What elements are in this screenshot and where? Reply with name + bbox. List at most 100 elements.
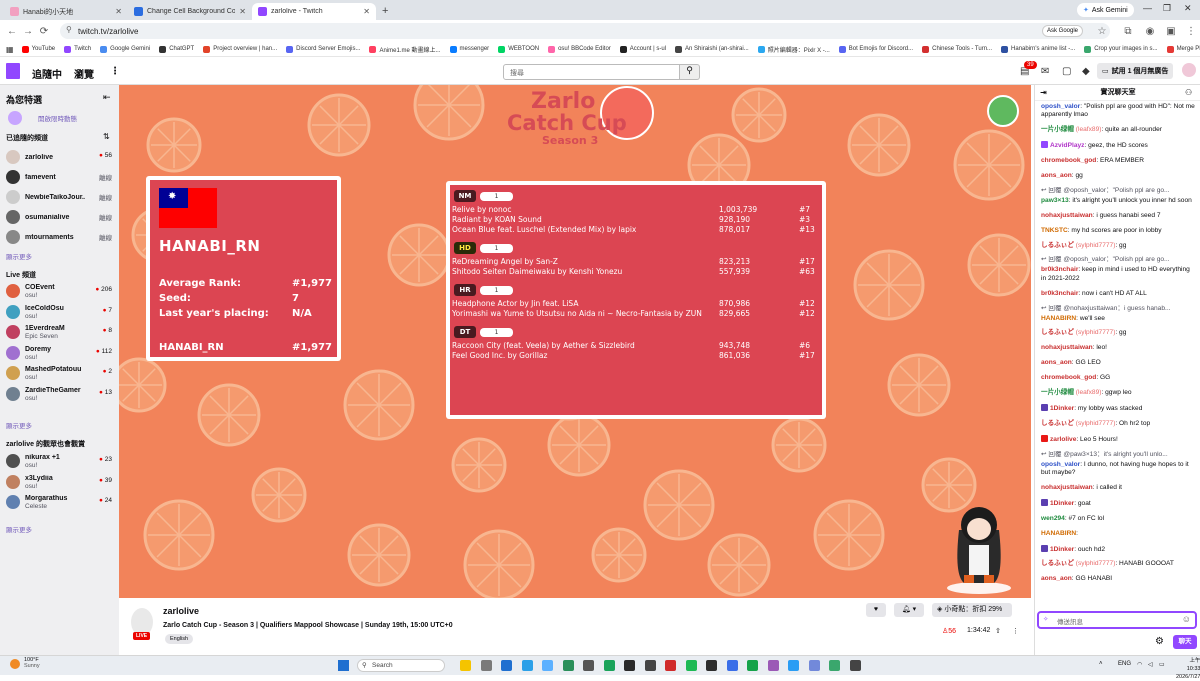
chat-username[interactable]: HANABIRN <box>1041 315 1076 322</box>
ask-gemini-button[interactable]: ✦ Ask Gemini <box>1077 3 1134 17</box>
taskbar-app-icon[interactable] <box>480 660 492 671</box>
search-icon[interactable]: ⚲ <box>680 64 700 80</box>
chat-username[interactable]: 一片小绿帽 <box>1041 389 1074 396</box>
browse-link[interactable]: 瀏覽 <box>74 66 94 81</box>
collapse-sidebar-icon[interactable]: ⇤ <box>103 92 111 103</box>
taskbar-app-icon[interactable] <box>603 660 615 671</box>
sidebar-channel-item[interactable]: nikurax +1 osu! ● 23 <box>6 452 116 470</box>
battery-icon[interactable]: ▭ <box>1159 661 1165 668</box>
tray-arrow-icon[interactable]: ˄ <box>1099 661 1103 667</box>
bookmark-item[interactable]: Bot Emojis for Discord... <box>838 45 913 53</box>
emote-picker-icon[interactable]: ☺ <box>1182 614 1191 624</box>
chat-username[interactable]: しるふぃど <box>1041 329 1074 336</box>
sidebar-channel-item[interactable]: Morgarathus Celeste ● 24 <box>6 493 116 511</box>
taskbar-app-icon[interactable] <box>808 660 820 671</box>
taskbar-app-icon[interactable] <box>542 660 553 671</box>
follow-heart-button[interactable]: ♥ <box>866 603 886 617</box>
bookmark-item[interactable]: ChatGPT <box>159 45 194 53</box>
extensions-icon[interactable]: ⧉ <box>1120 26 1136 37</box>
chat-username[interactable]: nohaxjusttaiwan <box>1041 484 1093 491</box>
taskbar-app-icon[interactable] <box>562 660 574 671</box>
notification-bell-button[interactable]: 🔔︎ ▾ <box>894 603 924 617</box>
chat-username[interactable]: aons_aon <box>1041 575 1072 582</box>
apps-grid-icon[interactable]: ▦ <box>6 45 14 54</box>
show-more-followed[interactable]: 顯示更多 <box>6 251 32 261</box>
bits-icon[interactable]: ◆ <box>1082 66 1090 77</box>
taskbar-search-input[interactable]: ⚲ Search <box>357 659 445 672</box>
sidebar-channel-item[interactable]: IceColdOsu osu! ● 7 <box>6 303 116 321</box>
search-input[interactable]: 搜尋 <box>503 64 680 80</box>
bookmark-item[interactable]: An Shiraishi (an-shirai... <box>675 45 749 53</box>
bookmark-item[interactable]: Google Gemini <box>100 45 150 53</box>
chat-username[interactable]: oposh_valor <box>1041 103 1080 110</box>
twitch-logo-icon[interactable] <box>6 63 20 79</box>
bookmark-item[interactable]: 照片編輯器：Pixlr X -... <box>757 45 830 54</box>
wifi-icon[interactable]: ◠ <box>1137 661 1142 668</box>
taskbar-app-icon[interactable] <box>726 660 738 671</box>
back-arrow-icon[interactable]: ← <box>4 26 20 37</box>
chat-username[interactable]: oposh_valor <box>1041 461 1080 468</box>
bookmark-item[interactable]: messenger <box>449 45 489 53</box>
browser-tab[interactable]: Hanabi的小天地 ✕ <box>4 3 128 20</box>
chat-username[interactable]: aons_aon <box>1041 359 1072 366</box>
channel-name[interactable]: zarlolive <box>163 606 199 616</box>
show-more-live[interactable]: 顯示更多 <box>6 420 32 430</box>
more-menu-icon[interactable]: ⋮ <box>110 66 120 77</box>
sidebar-channel-item[interactable]: 1EverdreaM Epic Seven ● 8 <box>6 323 116 341</box>
taskbar-app-icon[interactable] <box>747 660 758 671</box>
bookmark-item[interactable]: osu! BBCode Editor <box>548 45 611 53</box>
sidebar-channel-item[interactable]: famevent 離線 <box>6 168 116 186</box>
inbox-icon[interactable]: ✉ <box>1041 66 1049 77</box>
taskbar-app-icon[interactable] <box>788 660 799 671</box>
taskbar-app-icon[interactable] <box>829 660 840 671</box>
chat-username[interactable]: 1Dinker <box>1050 546 1074 553</box>
chat-username[interactable]: chromebook_god <box>1041 157 1096 164</box>
chat-username[interactable]: br0k3nchair <box>1041 266 1078 273</box>
sidebar-channel-item[interactable]: COEvent osu! ● 206 <box>6 282 116 300</box>
start-menu-icon[interactable] <box>338 660 349 671</box>
taskbar-app-icon[interactable] <box>685 660 697 671</box>
sidebar-channel-item[interactable]: x3Lydiia osu! ● 39 <box>6 473 116 491</box>
ask-google-button[interactable]: Ask Google <box>1042 25 1084 37</box>
bookmark-item[interactable]: Crop your images in s... <box>1084 45 1158 53</box>
collapse-chat-icon[interactable]: ⇥ <box>1040 85 1047 101</box>
bits-input-icon[interactable]: ✧ <box>1043 615 1048 623</box>
bookmark-item[interactable]: Hanabirn's anime list -... <box>1001 45 1075 53</box>
prime-trial-button[interactable]: ▭ 試用 1 個月無廣告 <box>1097 63 1174 79</box>
chat-username[interactable]: chromebook_god <box>1041 374 1096 381</box>
share-icon[interactable]: ⇧ <box>995 627 1001 635</box>
show-more-recommended[interactable]: 顯示更多 <box>6 524 32 534</box>
bookmark-item[interactable]: Anime1.me 動畫線上... <box>369 45 441 54</box>
chat-username[interactable]: nohaxjusttaiwan <box>1041 212 1093 219</box>
chat-username[interactable]: zarlolive <box>1050 436 1076 443</box>
browser-tab[interactable]: zarlolive - Twitch ✕ <box>252 3 376 20</box>
taskbar-app-icon[interactable] <box>767 660 779 671</box>
chat-username[interactable]: br0k3nchair <box>1041 290 1078 297</box>
minimize-button[interactable]: — <box>1143 3 1152 13</box>
taskbar-app-icon[interactable] <box>501 660 512 671</box>
sidebar-channel-item[interactable]: ZardieTheGamer osu! ● 13 <box>6 385 116 403</box>
sidebar-channel-item[interactable]: NewbieTaikoJour... 離線 <box>6 188 116 206</box>
url-field[interactable]: ⚲ twitch.tv/zarlolive <box>60 23 1110 39</box>
bookmark-item[interactable]: YouTube <box>21 45 55 53</box>
sidebar-channel-item[interactable]: osumanialive 離線 <box>6 208 116 226</box>
bookmark-item[interactable]: Discord Server Emojis... <box>286 45 360 53</box>
taskbar-app-icon[interactable] <box>460 660 471 671</box>
chat-username[interactable]: nohaxjusttaiwan <box>1041 344 1093 351</box>
chat-username[interactable]: しるふぃど <box>1041 560 1074 567</box>
taskbar-app-icon[interactable] <box>644 660 656 671</box>
sort-icon[interactable]: ⇅ <box>103 132 110 141</box>
volume-icon[interactable]: ◁ <box>1148 661 1153 668</box>
user-avatar[interactable] <box>1182 63 1196 77</box>
close-window-button[interactable]: ✕ <box>1184 3 1192 14</box>
video-player[interactable]: Zarlo Catch Cup Season 3 ✸ HANABI_RN Ave… <box>119 85 1031 598</box>
taskbar-app-icon[interactable] <box>521 660 533 671</box>
taskbar-clock[interactable]: 上午 10:33 2026/7/27 <box>1176 657 1200 681</box>
following-link[interactable]: 追隨中 <box>32 66 62 81</box>
tab-close-icon[interactable]: ✕ <box>239 7 246 16</box>
channel-points-button[interactable]: ◈ 小奇點：折扣 29% <box>932 603 1012 617</box>
taskbar-app-icon[interactable] <box>849 660 861 671</box>
profile-icon[interactable]: ◉ <box>1142 26 1158 37</box>
language-tag[interactable]: English <box>165 634 194 644</box>
bookmark-item[interactable]: Chinese Tools - Turn... <box>922 45 992 53</box>
